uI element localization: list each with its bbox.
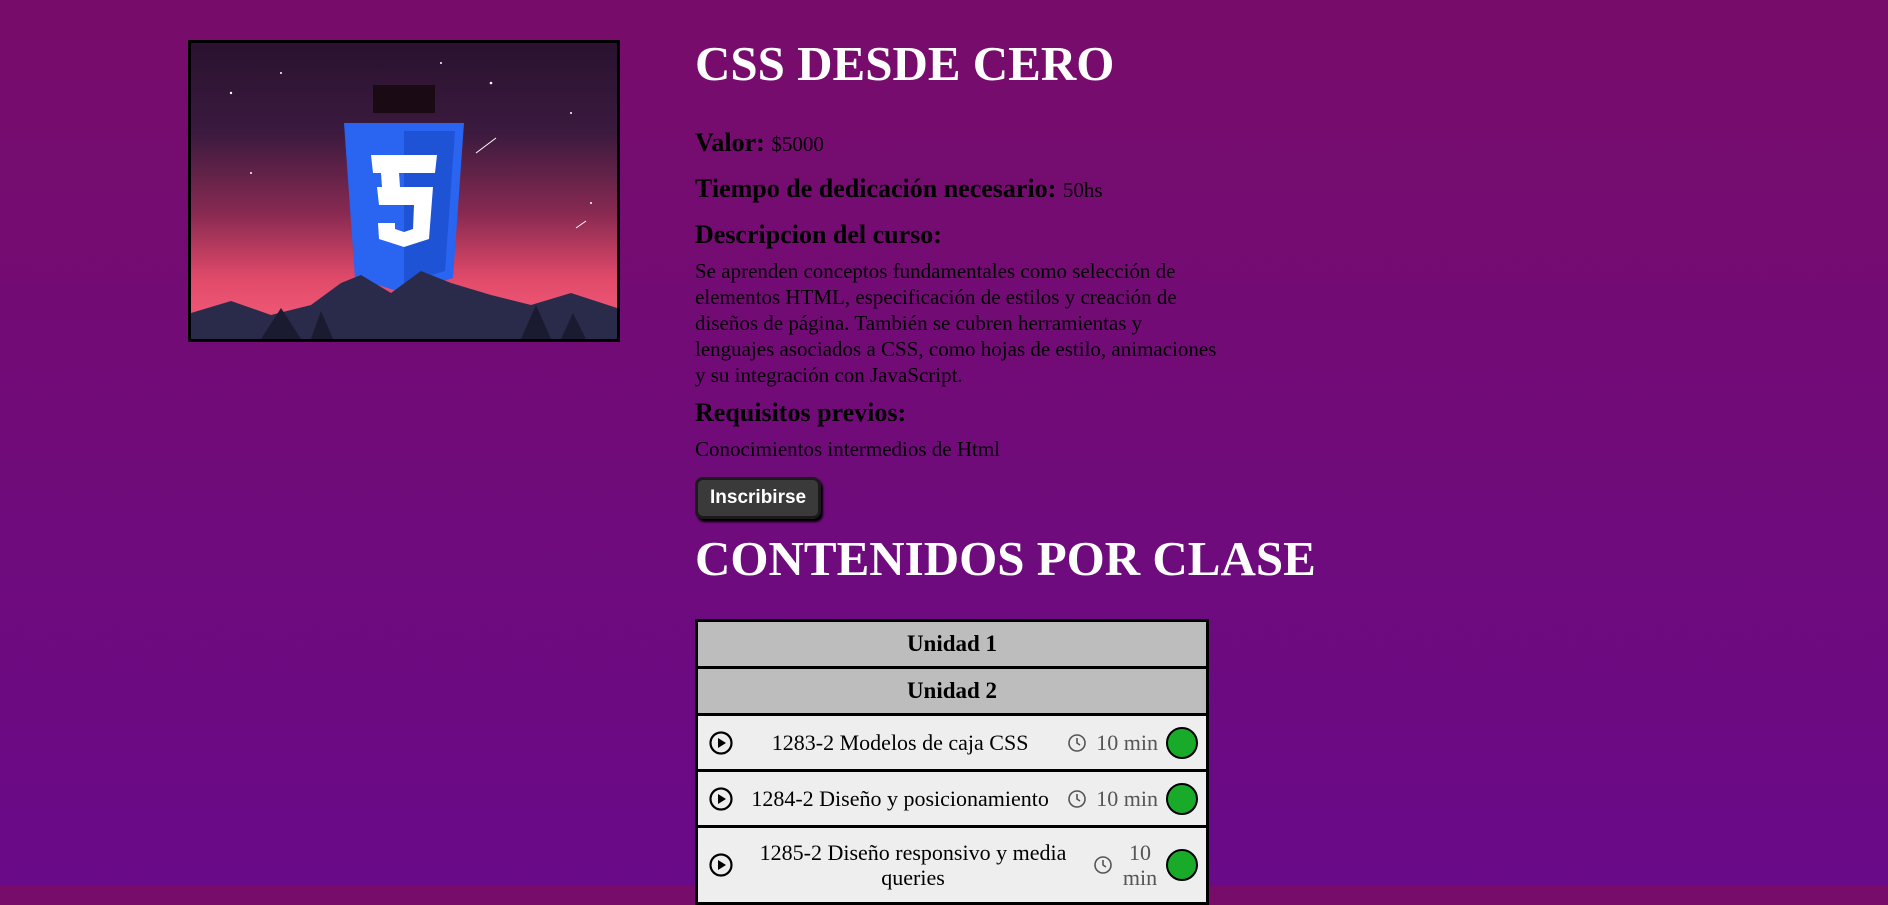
price-value: $5000 — [771, 132, 824, 156]
play-icon[interactable] — [708, 852, 734, 878]
status-indicator — [1166, 726, 1198, 759]
units-table: Unidad 1 Unidad 2 1283-2 Modelos de caja… — [695, 619, 1209, 905]
class-duration: 10 min — [1096, 786, 1158, 811]
clock-icon — [1068, 789, 1087, 808]
class-name: 1284-2 Diseño y posicionamiento — [751, 786, 1049, 811]
time-field: Tiempo de dedicación necesario: 50hs — [695, 174, 1103, 205]
requirements-label: Requisitos previos: — [695, 398, 907, 427]
class-row[interactable]: 1283-2 Modelos de caja CSS 10 min — [698, 716, 1206, 772]
class-row[interactable]: 1285-2 Diseño responsivo y media queries… — [698, 828, 1206, 905]
status-indicator — [1166, 849, 1198, 881]
unit-header[interactable]: Unidad 2 — [698, 669, 1206, 716]
price-field: Valor: $5000 — [695, 128, 824, 159]
play-icon[interactable] — [708, 786, 734, 812]
description-label: Descripcion del curso: — [695, 220, 942, 249]
course-title: CSS DESDE CERO — [695, 36, 1115, 91]
requirements-text: Conocimientos intermedios de Html — [695, 437, 1001, 461]
class-name: 1283-2 Modelos de caja CSS — [771, 730, 1029, 755]
contents-title: CONTENIDOS POR CLASE — [695, 531, 1316, 586]
clock-icon — [1094, 856, 1112, 874]
class-row[interactable]: 1284-2 Diseño y posicionamiento 10 min — [698, 772, 1206, 828]
class-duration: 10 min — [1096, 730, 1158, 755]
unit-header[interactable]: Unidad 1 — [698, 622, 1206, 669]
course-info: CSS DESDE CERO Valor: $5000 Tiempo de de… — [695, 36, 1225, 519]
course-image — [188, 40, 620, 342]
time-value: 50hs — [1062, 178, 1103, 202]
price-label: Valor: — [695, 128, 765, 157]
class-duration: 10 min — [1122, 840, 1158, 890]
time-label: Tiempo de dedicación necesario: — [695, 174, 1057, 203]
class-name: 1285-2 Diseño responsivo y media queries — [759, 840, 1067, 890]
clock-icon — [1068, 733, 1087, 752]
play-icon[interactable] — [708, 730, 734, 756]
css3-logo-icon — [191, 62, 617, 339]
description-text: Se aprenden conceptos fundamentales como… — [695, 259, 1217, 387]
enroll-button[interactable]: Inscribirse — [695, 477, 822, 519]
status-indicator — [1166, 782, 1198, 815]
